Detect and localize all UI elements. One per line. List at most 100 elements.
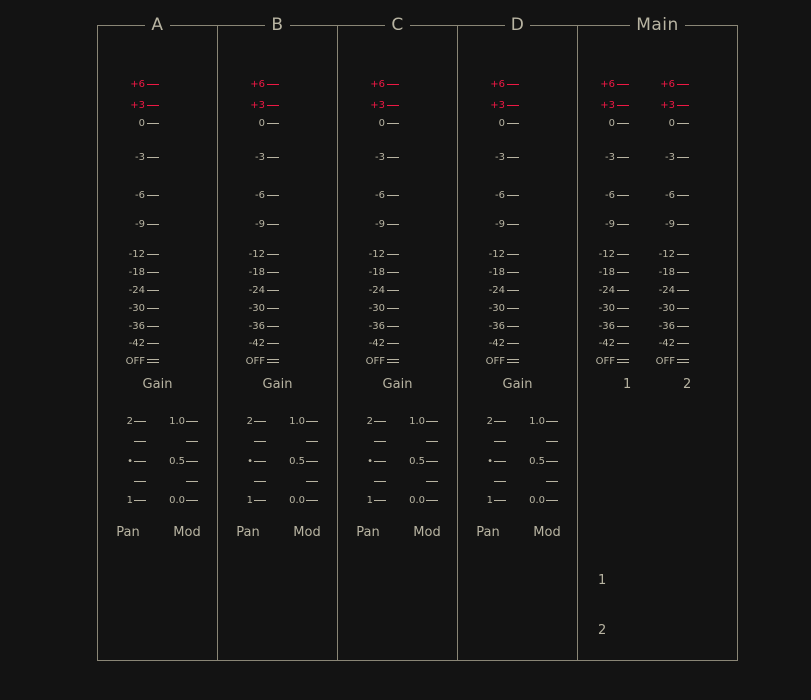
fader-tick-label: -24 (128, 284, 145, 296)
gain-fader[interactable]: +6 +3 0 -3 -6 -9 -12 -18 -24 -30 -36 -42 OFF (119, 79, 159, 384)
fader-tick-label: -24 (598, 284, 615, 296)
pan-tick-mark (134, 440, 146, 442)
mod-tick: 1.0 (409, 415, 438, 427)
fader-tick-mark (617, 253, 629, 255)
fader-tick: -18 (249, 266, 279, 278)
pan-tick-mark (134, 499, 146, 501)
mod-tick: 0.0 (409, 494, 438, 506)
pan-knob[interactable]: 2 • 1 (346, 415, 386, 515)
mod-tick: 0.0 (529, 494, 558, 506)
fader-tick-mark (677, 289, 689, 291)
fader-tick: -30 (599, 302, 629, 314)
fader-tick-mark (677, 359, 689, 363)
fader-tick: -42 (369, 337, 399, 349)
fader-tick: -36 (129, 320, 159, 332)
pan-tick-mark (494, 420, 506, 422)
fader-tick-mark (677, 156, 689, 158)
fader-tick: -9 (255, 218, 279, 230)
mod-tick: 0.5 (289, 455, 318, 467)
fader-tick: -24 (369, 284, 399, 296)
fader-tick-mark (617, 194, 629, 196)
mod-knob[interactable]: 1.0 0.5 0.0 (158, 415, 198, 515)
mod-tick-mark (426, 420, 438, 422)
gain-fader[interactable]: +6 +3 0 -3 -6 -9 -12 -18 -24 -30 -36 -42 OFF (359, 79, 399, 384)
fader-tick: -18 (599, 266, 629, 278)
fader-tick: -30 (369, 302, 399, 314)
fader-tick-label: -30 (598, 302, 615, 314)
mod-knob[interactable]: 1.0 0.5 0.0 (518, 415, 558, 515)
fader-tick: -18 (489, 266, 519, 278)
fader-tick-label: +6 (490, 78, 505, 90)
pan-knob[interactable]: 2 • 1 (226, 415, 266, 515)
fader-tick: OFF (486, 355, 519, 367)
fader-tick: -42 (129, 337, 159, 349)
fader-tick: -6 (665, 189, 689, 201)
mod-tick: 0.0 (169, 494, 198, 506)
fader-tick-mark (387, 342, 399, 344)
fader-tick-mark (387, 271, 399, 273)
fader-tick: OFF (596, 355, 629, 367)
fader-tick-label: -36 (248, 320, 265, 332)
fader-tick-label: -42 (368, 337, 385, 349)
fader-tick-mark (507, 223, 519, 225)
mod-tick-label: 0.0 (529, 494, 545, 506)
pan-tick-mark (374, 420, 386, 422)
pan-tick (493, 435, 506, 447)
main-fader-1[interactable]: +6 +3 0 -3 -6 -9 -12 -18 -24 -30 -36 -42 OFF (589, 79, 629, 384)
mod-knob[interactable]: 1.0 0.5 0.0 (398, 415, 438, 515)
mod-tick: 0.0 (289, 494, 318, 506)
fader-tick-label: -12 (488, 248, 505, 260)
fader-tick-label: -18 (488, 266, 505, 278)
pan-tick-label: 1 (246, 494, 253, 506)
fader-tick-label: 0 (668, 117, 675, 129)
gain-fader[interactable]: +6 +3 0 -3 -6 -9 -12 -18 -24 -30 -36 -42 OFF (239, 79, 279, 384)
pan-tick-mark (494, 440, 506, 442)
mod-tick-label: 0.5 (529, 455, 545, 467)
mod-tick-label: 1.0 (289, 415, 305, 427)
pan-tick: • (367, 455, 386, 467)
fader-tick-label: 0 (258, 117, 265, 129)
pan-tick-label: 2 (486, 415, 493, 427)
fader-tick-label: +3 (250, 99, 265, 111)
fader-tick: -24 (659, 284, 689, 296)
fader-tick: -12 (249, 248, 279, 260)
fader-tick-label: -24 (248, 284, 265, 296)
mod-tick: 0.5 (169, 455, 198, 467)
fader-tick-label: OFF (655, 355, 675, 367)
fader-tick-mark (267, 194, 279, 196)
fader-tick-mark (677, 83, 689, 85)
fader-tick: -24 (129, 284, 159, 296)
fader-tick-mark (677, 271, 689, 273)
mod-knob[interactable]: 1.0 0.5 0.0 (278, 415, 318, 515)
fader-tick-label: -6 (495, 189, 505, 201)
fader-tick-mark (617, 223, 629, 225)
fader-tick-label: -12 (368, 248, 385, 260)
pan-tick-label: • (127, 455, 133, 467)
fader-tick-mark (147, 307, 159, 309)
channel-title: C (338, 15, 457, 35)
pan-tick-mark (494, 499, 506, 501)
pan-knob[interactable]: 2 • 1 (106, 415, 146, 515)
pan-knob[interactable]: 2 • 1 (466, 415, 506, 515)
fader-tick-mark (507, 307, 519, 309)
mod-label: Mod (413, 525, 441, 540)
fader-tick: +3 (250, 99, 279, 111)
mod-tick-label: 0.5 (169, 455, 185, 467)
fader-tick: 0 (609, 117, 629, 129)
fader-tick: -30 (659, 302, 689, 314)
fader-tick-label: -42 (248, 337, 265, 349)
fader-tick-label: -36 (598, 320, 615, 332)
mod-tick-label: 0.0 (169, 494, 185, 506)
fader-tick-label: -24 (658, 284, 675, 296)
mod-tick-label: 0.0 (409, 494, 425, 506)
gain-fader[interactable]: +6 +3 0 -3 -6 -9 -12 -18 -24 -30 -36 -42 OFF (479, 79, 519, 384)
pan-tick-mark (254, 440, 266, 442)
fader-tick-mark (617, 359, 629, 363)
main-fader-2[interactable]: +6 +3 0 -3 -6 -9 -12 -18 -24 -30 -36 -42 OFF (649, 79, 689, 384)
fader-tick-label: -3 (375, 151, 385, 163)
fader-tick-mark (677, 253, 689, 255)
fader-tick-label: -42 (598, 337, 615, 349)
fader-tick-mark (147, 194, 159, 196)
fader-tick-label: -9 (495, 218, 505, 230)
fader-tick-label: OFF (365, 355, 385, 367)
